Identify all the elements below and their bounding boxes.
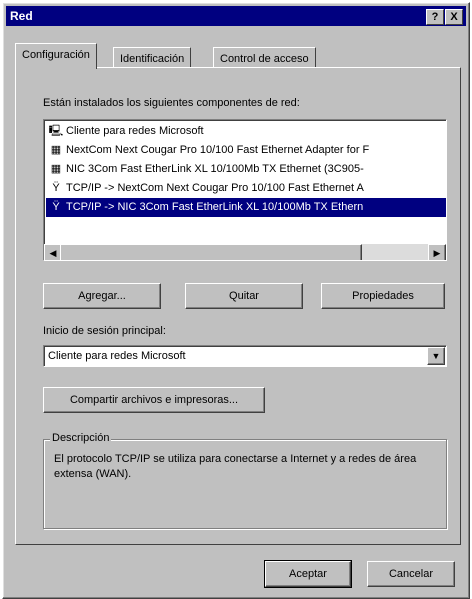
tab-label: Configuración [22, 49, 90, 61]
cancel-button[interactable]: Cancelar [367, 561, 455, 587]
list-item[interactable]: 🖳 Cliente para redes Microsoft [46, 122, 446, 141]
ok-button-label: Aceptar [289, 568, 327, 580]
scroll-thumb[interactable] [60, 244, 362, 260]
logon-select-value: Cliente para redes Microsoft [48, 350, 186, 362]
list-item-selected[interactable]: Ϋ TCP/IP -> NIC 3Com Fast EtherLink XL 10… [46, 198, 446, 217]
network-adapter-icon: ▦ [50, 144, 62, 156]
remove-button-label: Quitar [229, 290, 259, 302]
list-item-label: TCP/IP -> NIC 3Com Fast EtherLink XL 10/… [66, 201, 364, 213]
add-button[interactable]: Agregar... [43, 283, 161, 309]
list-item-label: Cliente para redes Microsoft [66, 125, 204, 137]
help-button[interactable]: ? [426, 9, 444, 25]
tab-configuracion[interactable]: Configuración [15, 43, 97, 69]
properties-button[interactable]: Propiedades [321, 283, 445, 309]
components-list[interactable]: 🖳 Cliente para redes Microsoft ▦ NextCom N… [43, 119, 447, 261]
list-item[interactable]: Ϋ TCP/IP -> NextCom Next Cougar Pro 10/10… [46, 179, 446, 198]
components-label: Están instalados los siguientes componen… [43, 97, 300, 109]
network-adapter-icon: ▦ [50, 163, 62, 175]
horizontal-scrollbar[interactable]: ◀ ▶ [44, 244, 446, 260]
chevron-down-icon[interactable]: ▼ [427, 347, 445, 365]
close-button[interactable]: X [445, 9, 463, 25]
list-item[interactable]: ▦ NextCom Next Cougar Pro 10/100 Fast Eth… [46, 141, 446, 160]
share-button[interactable]: Compartir archivos e impresoras... [43, 387, 265, 413]
tab-label: Control de acceso [220, 53, 309, 65]
list-item-label: NextCom Next Cougar Pro 10/100 Fast Ethe… [66, 144, 370, 156]
list-item-label: TCP/IP -> NextCom Next Cougar Pro 10/100… [66, 182, 364, 194]
list-item[interactable]: ▦ NIC 3Com Fast EtherLink XL 10/100Mb TX … [46, 160, 446, 179]
title-bar[interactable]: Red ? X [6, 6, 466, 26]
description-title: Descripción [50, 432, 112, 444]
cancel-button-label: Cancelar [388, 568, 434, 580]
description-text: El protocolo TCP/IP se utiliza para cone… [54, 453, 417, 480]
list-item-label: NIC 3Com Fast EtherLink XL 10/100Mb TX E… [66, 163, 364, 175]
network-dialog: Red ? X Configuración Identificación Con… [2, 2, 470, 599]
properties-button-label: Propiedades [352, 290, 414, 302]
ok-button[interactable]: Aceptar [264, 560, 352, 588]
protocol-icon: Ϋ [52, 201, 60, 213]
share-button-label: Compartir archivos e impresoras... [69, 394, 239, 406]
remove-button[interactable]: Quitar [185, 283, 303, 309]
add-button-label: Agregar... [78, 290, 126, 302]
description-group: Descripción El protocolo TCP/IP se utili… [43, 432, 447, 529]
window-title: Red [10, 9, 33, 23]
protocol-icon: Ϋ [52, 182, 60, 194]
logon-label: Inicio de sesión principal: [43, 325, 166, 337]
scroll-right-icon[interactable]: ▶ [428, 244, 446, 260]
network-client-icon: 🖳 [48, 125, 64, 137]
logon-select[interactable]: Cliente para redes Microsoft ▼ [43, 345, 447, 367]
tab-label: Identificación [120, 53, 185, 65]
